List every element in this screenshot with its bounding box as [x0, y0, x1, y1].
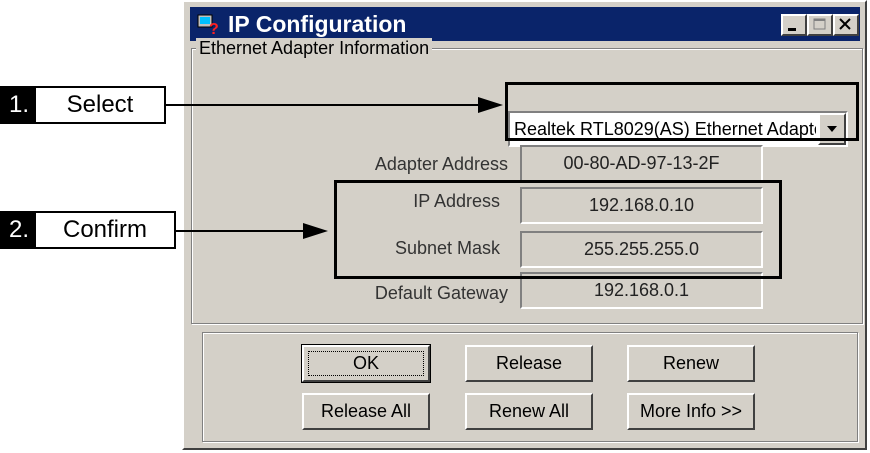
callout-confirm: 2. Confirm [0, 211, 176, 249]
arrow-head [303, 223, 328, 239]
callout-text: Confirm [62, 216, 147, 243]
callout-number: 2. [2, 213, 36, 247]
callout-select: 1. Select [0, 86, 166, 124]
arrow-head [478, 97, 503, 113]
callout-text: Select [66, 91, 134, 118]
callout-number: 1. [2, 88, 36, 122]
